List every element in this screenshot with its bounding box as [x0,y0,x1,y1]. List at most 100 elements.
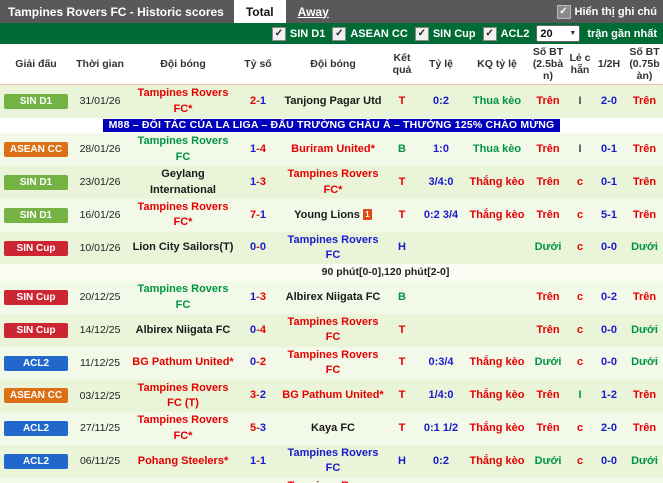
match-count-value: 20 [540,27,553,40]
match-row: SIN D1 23/01/26 Geylang International 1-3 Ta… [0,166,663,199]
ad-banner-link[interactable]: M88 – ĐỐI TÁC CỦA LA LIGA – ĐẤU TRƯỜNG C… [102,118,561,132]
away-goals: 3 [259,290,266,303]
show-notes-checkbox-icon[interactable]: ✓ [556,4,571,19]
match-row: ACL2 27/11/25 Tampines Rovers FC* 5-3 Kaya F… [0,412,663,446]
odd-even-cell: c [568,231,592,265]
home-team: Hougang United FC [128,477,238,483]
col-odds: Tỷ lệ [416,44,466,86]
odds-result-cell: Thắng kèo [466,412,528,446]
filter-label-sin-cup: SIN Cup [432,27,476,40]
odds-cell [416,231,466,265]
away-goals: 4 [259,323,266,336]
score-cell: 0-4 [238,313,278,347]
half-time-cell: 2-0 [592,412,626,446]
half-time-cell: 5-1 [592,198,626,232]
score-cell: 1-3 [238,281,278,314]
half-time-cell: 0-0 [592,445,626,478]
col-goals-over-2-5: Số BT (2.5bàn) [528,44,568,86]
match-count-suffix: trận gần nhất [587,27,657,40]
show-notes-toggle: ✓ Hiển thị ghi chú [556,0,663,23]
home-team: Geylang International [128,166,238,199]
col-date: Thời gian [72,44,128,86]
filter-checkbox-sin-cup[interactable]: ✓ [414,26,429,41]
match-date: 31/01/26 [72,84,128,118]
odds-cell: 3/4:0 [416,166,466,199]
match-row: SIN D1 16/01/26 Tampines Rovers FC* 7-1 Youn… [0,198,663,232]
table-header-row: Giải đấu Thời gian Đội bóng Tỷ số Đội bó… [0,44,663,86]
goals-2-5-cell: Trên [528,379,568,413]
odd-even-cell: c [568,412,592,446]
half-time-cell: 0-0 [592,346,626,380]
filter-label-sin-d1: SIN D1 [289,27,326,40]
half-time-cell: 0-1 [592,166,626,199]
odds-cell: 0:2 [416,84,466,118]
home-team: Tampines Rovers FC* [128,84,238,118]
odds-result-cell: Thua kèo [466,133,528,167]
half-time-cell: 0-0 [592,231,626,265]
filter-checkbox-acl2[interactable]: ✓ [482,26,497,41]
historic-scores-table: Giải đấu Thời gian Đội bóng Tỷ số Đội bó… [0,44,663,483]
score-cell: 5-3 [238,412,278,446]
col-result: Kết quả [388,44,416,86]
tab-away[interactable]: Away [286,0,341,23]
away-team: BG Pathum United* [278,379,388,413]
match-row: SIN D1 31/01/26 Tampines Rovers FC* 2-1 Tanj… [0,84,663,118]
goals-2-5-cell: Dưới [528,346,568,380]
odds-cell [416,281,466,314]
filter-checkbox-asean-cc[interactable]: ✓ [332,26,347,41]
goals-2-5-cell: Trên [528,313,568,347]
league-cell: SIN Cup [0,313,72,347]
odds-cell: 0:1 1/2 [416,412,466,446]
match-row: ASEAN CC 28/01/26 Tampines Rovers FC 1-4 Bur… [0,133,663,167]
away-goals: 3 [259,421,266,434]
col-home-team: Đội bóng [128,44,238,86]
odds-result-cell [466,281,528,314]
half-time-cell: 0-0 [592,313,626,347]
odds-result-cell: Thắng kèo [466,379,528,413]
odd-even-cell: I [568,84,592,118]
home-team: Lion City Sailors(T) [128,231,238,265]
odd-even-cell: c [568,445,592,478]
away-goals: 1 [259,94,266,107]
away-team: Young Lions 1 [278,198,388,232]
league-badge: SIN Cup [4,240,68,256]
league-cell: SIN Cup [0,281,72,314]
note-cell: 90 phút[0-0],120 phút[2-0] [0,264,663,282]
filter-league-asean-cc: ✓ ASEAN CC [332,26,408,41]
goals-0-75-cell: Trên [626,379,663,413]
result-cell: T [388,412,416,446]
odd-even-cell: I [568,379,592,413]
away-goals: 1 [259,454,266,467]
filter-label-asean-cc: ASEAN CC [350,27,408,40]
away-team: Tampines Rovers FC* [278,477,388,483]
away-team: Tampines Rovers FC [278,313,388,347]
home-team: Tampines Rovers FC* [128,198,238,232]
match-count-select[interactable]: 20 ▼ [536,25,581,42]
league-cell: SIN D1 [0,198,72,232]
filter-leagues: ✓ SIN D1 ✓ ASEAN CC ✓ SIN Cup ✓ ACL2 [271,26,529,41]
league-badge: ACL2 [4,453,68,469]
home-team: BG Pathum United* [128,346,238,380]
match-date: 27/11/25 [72,412,128,446]
result-cell: T [388,198,416,232]
odds-result-cell: Thắng kèo [466,346,528,380]
odd-even-cell: c [568,313,592,347]
home-team: Tampines Rovers FC* [128,412,238,446]
league-badge: SIN D1 [4,175,68,191]
match-date: 23/01/26 [72,166,128,199]
odd-even-cell: c [568,281,592,314]
odds-result-cell: Thua kèo [466,477,528,483]
result-cell: T [388,477,416,483]
tab-total[interactable]: Total [233,0,286,23]
league-badge: SIN Cup [4,322,68,338]
goals-0-75-cell: Trên [626,198,663,232]
goals-2-5-cell: Trên [528,281,568,314]
goals-0-75-cell: Trên [626,133,663,167]
match-row: SIN Cup 14/12/25 Albirex Niigata FC 0-4 Tamp… [0,313,663,347]
league-cell: SIN D1 [0,84,72,118]
result-cell: T [388,346,416,380]
odds-cell: 0:2 3/4 [416,198,466,232]
half-time-cell: 0-1 [592,133,626,167]
filter-checkbox-sin-d1[interactable]: ✓ [271,26,286,41]
away-team: Albirex Niigata FC [278,281,388,314]
